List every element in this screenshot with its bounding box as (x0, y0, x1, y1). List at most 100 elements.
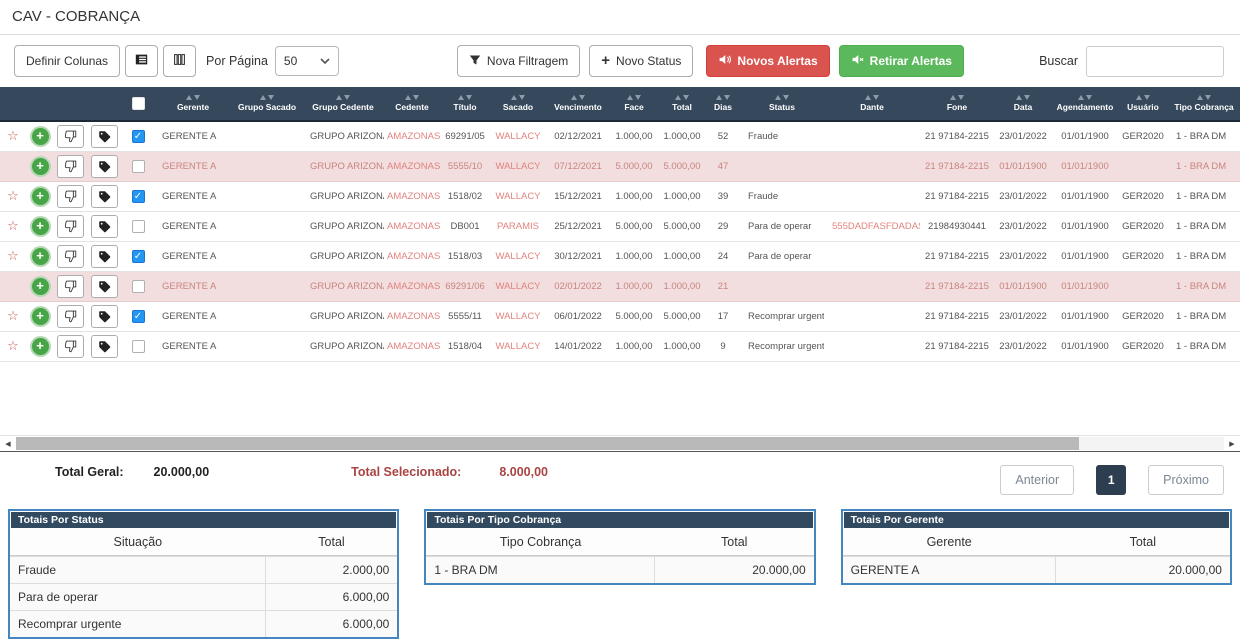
per-page-select[interactable]: 50 (275, 46, 339, 76)
column-header-vencimento[interactable]: Vencimento (546, 87, 610, 121)
columns-view-button[interactable] (163, 45, 196, 77)
row-checkbox[interactable] (132, 340, 145, 353)
cell-grupo-sacado (232, 271, 302, 301)
tag-button[interactable] (91, 155, 118, 178)
column-header-status[interactable]: Status (740, 87, 824, 121)
sort-icon[interactable] (627, 95, 641, 100)
add-circle-icon[interactable]: + (32, 188, 49, 205)
thumbs-down-button[interactable] (57, 155, 84, 178)
column-header-titulo[interactable]: Título (440, 87, 490, 121)
column-header-agendamento[interactable]: Agendamento (1052, 87, 1118, 121)
novo-status-button[interactable]: + Novo Status (589, 45, 693, 77)
previous-page-button[interactable]: Anterior (1000, 465, 1074, 495)
scrollbar-track[interactable] (16, 437, 1224, 450)
add-circle-icon[interactable]: + (32, 248, 49, 265)
column-header-data[interactable]: Data (994, 87, 1052, 121)
column-header-dias[interactable]: Dias (706, 87, 740, 121)
row-checkbox[interactable] (132, 220, 145, 233)
cell-sacado: WALLACY (490, 181, 546, 211)
add-circle-icon[interactable]: + (32, 338, 49, 355)
row-checkbox[interactable]: ✓ (132, 130, 145, 143)
sort-icon[interactable] (511, 95, 525, 100)
sort-icon[interactable] (405, 95, 419, 100)
tag-button[interactable] (91, 125, 118, 148)
cell-dias: 24 (706, 241, 740, 271)
list-view-button[interactable] (125, 45, 158, 77)
sort-icon[interactable] (1078, 95, 1092, 100)
column-header-gerente[interactable]: Gerente (154, 87, 232, 121)
tag-button[interactable] (91, 275, 118, 298)
tag-button[interactable] (91, 335, 118, 358)
sort-icon[interactable] (1016, 95, 1030, 100)
scrollbar-thumb[interactable] (16, 437, 1079, 450)
thumbs-down-button[interactable] (57, 335, 84, 358)
cell-cedente: AMAZONAS (384, 301, 440, 331)
sort-icon[interactable] (865, 95, 879, 100)
sort-icon[interactable] (950, 95, 964, 100)
star-icon[interactable]: ☆ (7, 308, 19, 323)
sort-icon[interactable] (458, 95, 472, 100)
add-circle-icon[interactable]: + (32, 158, 49, 175)
next-page-button[interactable]: Próximo (1148, 465, 1224, 495)
column-header-sacado[interactable]: Sacado (490, 87, 546, 121)
current-page-button[interactable]: 1 (1096, 465, 1126, 495)
thumbs-down-button[interactable] (57, 185, 84, 208)
column-header-total[interactable]: Total (658, 87, 706, 121)
cell-titulo: 69291/06 (440, 271, 490, 301)
thumbs-down-button[interactable] (57, 275, 84, 298)
tag-button[interactable] (91, 245, 118, 268)
row-checkbox[interactable]: ✓ (132, 190, 145, 203)
thumbs-down-button[interactable] (57, 245, 84, 268)
add-circle-icon[interactable]: + (32, 308, 49, 325)
retirar-alertas-button[interactable]: Retirar Alertas (839, 45, 964, 77)
column-header-usuario[interactable]: Usuário (1118, 87, 1168, 121)
column-header-dante[interactable]: Dante (824, 87, 920, 121)
column-header-tipo-cobranca[interactable]: Tipo Cobrança (1168, 87, 1240, 121)
cell-tipo-cobranca: 1 - BRA DM (1168, 331, 1240, 361)
row-checkbox[interactable]: ✓ (132, 310, 145, 323)
sort-icon[interactable] (186, 95, 200, 100)
sort-icon[interactable] (571, 95, 585, 100)
star-icon[interactable]: ☆ (7, 248, 19, 263)
tag-button[interactable] (91, 305, 118, 328)
sort-icon[interactable] (336, 95, 350, 100)
cell-titulo: 1518/02 (440, 181, 490, 211)
tag-button[interactable] (91, 215, 118, 238)
definir-colunas-button[interactable]: Definir Colunas (14, 45, 120, 77)
column-header-fone[interactable]: Fone (920, 87, 994, 121)
sort-icon[interactable] (716, 95, 730, 100)
cell-sacado: WALLACY (490, 121, 546, 151)
column-header-face[interactable]: Face (610, 87, 658, 121)
scroll-right-icon[interactable]: ▶ (1224, 440, 1240, 448)
star-icon[interactable]: ☆ (7, 188, 19, 203)
column-header-grupo-cedente[interactable]: Grupo Cedente (302, 87, 384, 121)
row-checkbox[interactable] (132, 280, 145, 293)
star-icon[interactable]: ☆ (7, 338, 19, 353)
novos-alertas-button[interactable]: Novos Alertas (706, 45, 829, 77)
column-header-cedente[interactable]: Cedente (384, 87, 440, 121)
column-header-grupo-sacado[interactable]: Grupo Sacado (232, 87, 302, 121)
sort-icon[interactable] (1197, 95, 1211, 100)
select-all-checkbox[interactable] (132, 97, 145, 110)
add-circle-icon[interactable]: + (32, 278, 49, 295)
thumbs-down-button[interactable] (57, 305, 84, 328)
star-icon[interactable]: ☆ (7, 218, 19, 233)
row-checkbox[interactable]: ✓ (132, 250, 145, 263)
row-checkbox[interactable] (132, 160, 145, 173)
nova-filtragem-button[interactable]: Nova Filtragem (457, 45, 580, 77)
thumbs-down-button[interactable] (57, 125, 84, 148)
sort-icon[interactable] (1136, 95, 1150, 100)
sort-icon[interactable] (260, 95, 274, 100)
scroll-left-icon[interactable]: ◀ (0, 440, 16, 448)
sort-icon[interactable] (775, 95, 789, 100)
cell-dante (824, 241, 920, 271)
cell-cedente: AMAZONAS (384, 331, 440, 361)
star-icon[interactable]: ☆ (7, 128, 19, 143)
add-circle-icon[interactable]: + (32, 128, 49, 145)
horizontal-scrollbar[interactable]: ◀ ▶ (0, 435, 1240, 452)
thumbs-down-button[interactable] (57, 215, 84, 238)
sort-icon[interactable] (675, 95, 689, 100)
add-circle-icon[interactable]: + (32, 218, 49, 235)
search-input[interactable] (1086, 46, 1224, 77)
tag-button[interactable] (91, 185, 118, 208)
